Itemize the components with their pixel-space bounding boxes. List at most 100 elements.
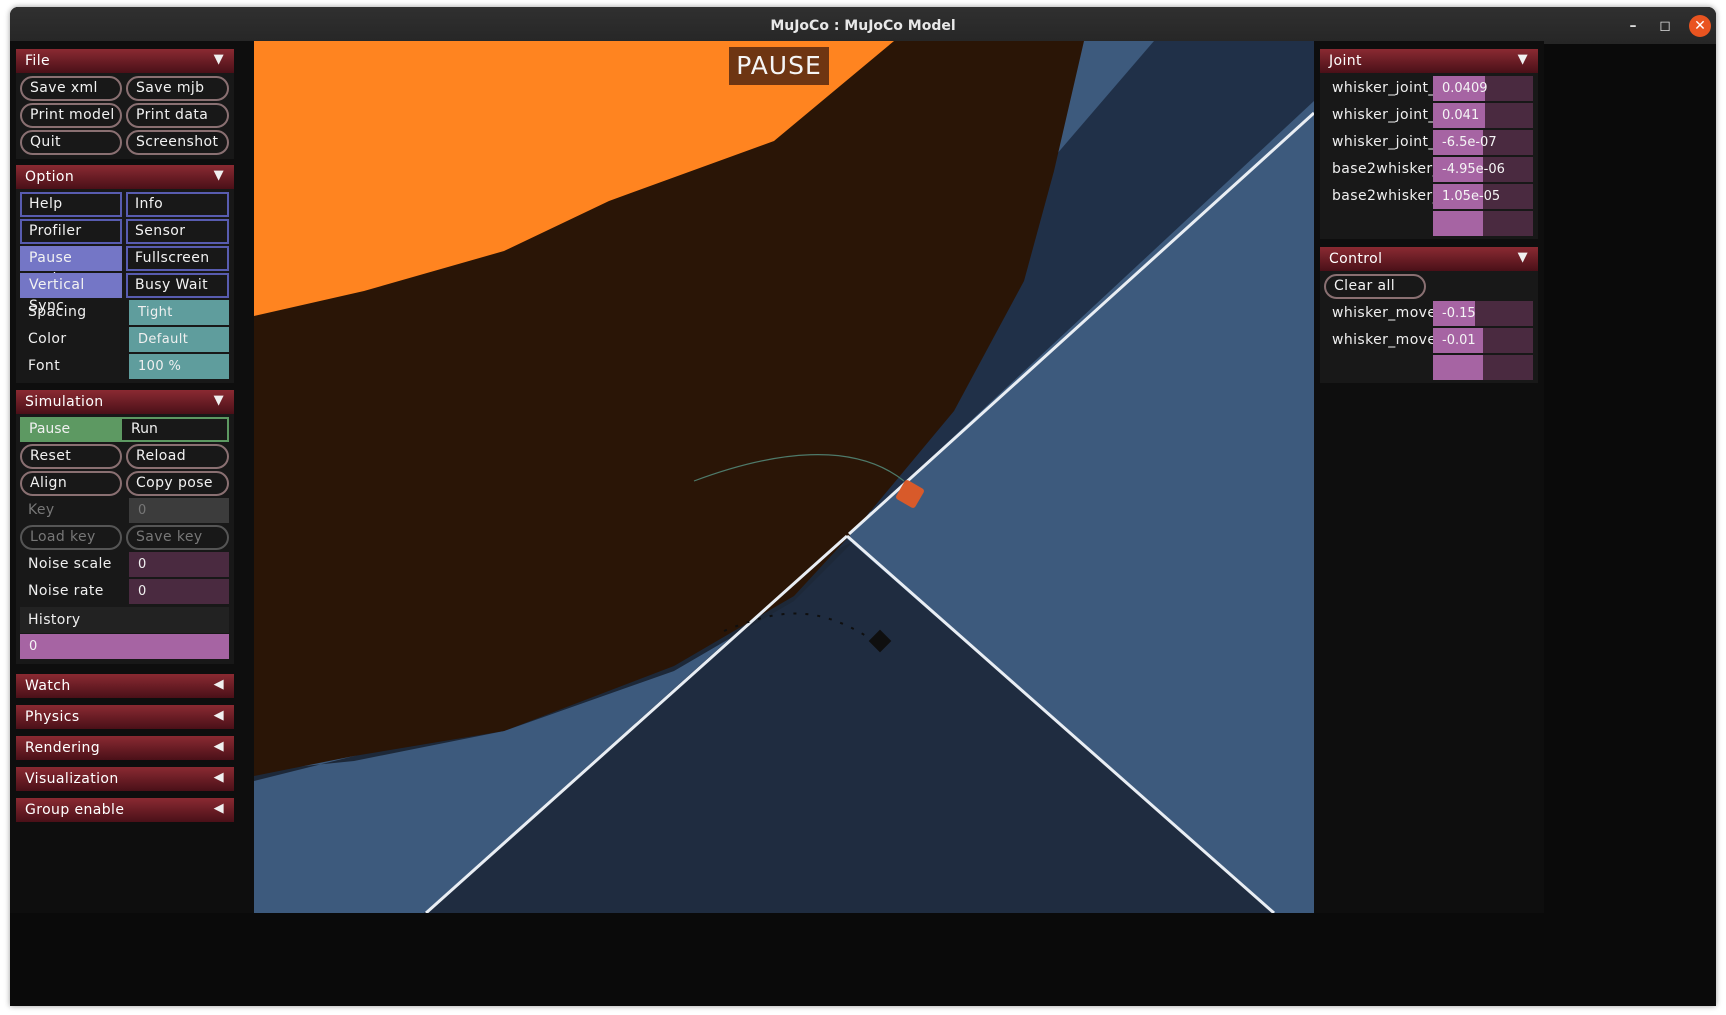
- joint-label: base2whisker_: [1332, 188, 1440, 204]
- reload-button[interactable]: Reload: [126, 444, 229, 469]
- align-button[interactable]: Align: [20, 471, 122, 496]
- save-mjb-button[interactable]: Save mjb: [126, 76, 229, 101]
- fullscreen-checkbox[interactable]: Fullscreen: [126, 246, 229, 271]
- control-value: -0.01: [1442, 333, 1476, 348]
- section-rendering-header[interactable]: Rendering ◀: [16, 736, 234, 760]
- control-slider[interactable]: -0.01: [1433, 328, 1533, 353]
- mujoco-window: MuJoCo : MuJoCo Model – ◻ ✕ File ▼ Save …: [10, 7, 1716, 1006]
- expand-arrow-icon: ◀: [213, 739, 224, 754]
- joint-slider[interactable]: 0.041: [1433, 103, 1533, 128]
- joint-value: 0.041: [1442, 108, 1480, 123]
- section-physics-header[interactable]: Physics ◀: [16, 705, 234, 729]
- history-header: History: [20, 607, 229, 633]
- section-title: Option: [25, 169, 75, 185]
- vertical-sync-checkbox[interactable]: Vertical Sync: [20, 273, 122, 314]
- control-slider[interactable]: -0.15: [1433, 301, 1533, 326]
- history-slider-fill: [20, 634, 229, 659]
- section-title: Watch: [25, 678, 71, 694]
- 3d-viewport[interactable]: PAUSE: [254, 41, 1314, 913]
- section-joint-header[interactable]: Joint ▼: [1320, 49, 1538, 73]
- color-label: Color: [28, 331, 67, 347]
- section-simulation-header[interactable]: Simulation ▼: [16, 390, 234, 414]
- clear-all-button[interactable]: Clear all: [1324, 274, 1426, 299]
- expand-arrow-icon: ◀: [213, 677, 224, 692]
- screenshot-button[interactable]: Screenshot: [126, 130, 229, 155]
- help-checkbox[interactable]: Help: [20, 192, 122, 217]
- sensor-checkbox[interactable]: Sensor: [126, 219, 229, 244]
- quit-button[interactable]: Quit: [20, 130, 122, 155]
- control-value: -0.15: [1442, 306, 1476, 321]
- joint-value: -4.95e-06: [1442, 162, 1505, 177]
- section-control-body: Clear all whisker_move -0.15 whisker_mov…: [1320, 271, 1538, 383]
- history-slider[interactable]: 0: [20, 634, 229, 659]
- save-key-button: Save key: [126, 525, 229, 550]
- pause-status-label: PAUSE: [729, 47, 829, 85]
- print-data-button[interactable]: Print data: [126, 103, 229, 128]
- noise-rate-field[interactable]: 0: [129, 579, 229, 604]
- busy-wait-checkbox[interactable]: Busy Wait: [126, 273, 229, 298]
- info-checkbox[interactable]: Info: [126, 192, 229, 217]
- section-title: Group enable: [25, 802, 125, 818]
- section-option-header[interactable]: Option ▼: [16, 165, 234, 189]
- maximize-icon[interactable]: ◻: [1654, 15, 1676, 37]
- control-slider[interactable]: [1433, 355, 1533, 380]
- section-title: Rendering: [25, 740, 101, 756]
- pause-radio[interactable]: Pause: [20, 417, 122, 442]
- joint-slider[interactable]: [1433, 211, 1533, 236]
- profiler-checkbox[interactable]: Profiler: [20, 219, 122, 244]
- section-title: Visualization: [25, 771, 119, 787]
- print-model-button[interactable]: Print model: [20, 103, 122, 128]
- joint-label: whisker_joint_: [1332, 107, 1436, 123]
- joint-value: -6.5e-07: [1442, 135, 1497, 150]
- joint-value: 1.05e-05: [1442, 189, 1501, 204]
- section-joint-body: whisker_joint_ 0.0409 whisker_joint_ 0.0…: [1320, 73, 1538, 239]
- section-watch-header[interactable]: Watch ◀: [16, 674, 234, 698]
- joint-label: whisker_joint_: [1332, 80, 1436, 96]
- section-title: File: [25, 53, 51, 69]
- spacing-select[interactable]: Tight: [129, 300, 229, 325]
- collapse-arrow-icon: ▼: [1517, 250, 1528, 265]
- section-file-header[interactable]: File ▼: [16, 49, 234, 73]
- joint-slider[interactable]: 1.05e-05: [1433, 184, 1533, 209]
- joint-slider[interactable]: -6.5e-07: [1433, 130, 1533, 155]
- pause-update-checkbox[interactable]: Pause update: [20, 246, 122, 287]
- font-label: Font: [28, 358, 61, 374]
- noise-scale-field[interactable]: 0: [129, 552, 229, 577]
- section-file-body: Save xml Save mjb Print model Print data…: [16, 73, 234, 159]
- history-value: 0: [29, 639, 38, 654]
- minimize-icon[interactable]: –: [1622, 15, 1644, 37]
- expand-arrow-icon: ◀: [213, 770, 224, 785]
- joint-slider[interactable]: -4.95e-06: [1433, 157, 1533, 182]
- joint-slider[interactable]: 0.0409: [1433, 76, 1533, 101]
- left-panel: File ▼ Save xml Save mjb Print model Pri…: [10, 41, 254, 913]
- noise-scale-label: Noise scale: [28, 556, 112, 572]
- title-bar: MuJoCo : MuJoCo Model – ◻ ✕: [10, 7, 1716, 44]
- scene-render: [254, 41, 1314, 913]
- slider-fill: [1433, 211, 1483, 236]
- section-control-header[interactable]: Control ▼: [1320, 247, 1538, 271]
- control-label: whisker_move: [1332, 332, 1437, 348]
- run-radio[interactable]: Run: [122, 417, 229, 442]
- joint-label: whisker_joint_: [1332, 134, 1436, 150]
- section-simulation-body: Pause Run Reset Reload Align Copy pose K…: [16, 414, 234, 664]
- save-xml-button[interactable]: Save xml: [20, 76, 122, 101]
- section-visualization-header[interactable]: Visualization ◀: [16, 767, 234, 791]
- key-label: Key: [28, 502, 55, 518]
- font-select[interactable]: 100 %: [129, 354, 229, 379]
- color-select[interactable]: Default: [129, 327, 229, 352]
- section-title: Physics: [25, 709, 80, 725]
- section-group-enable-header[interactable]: Group enable ◀: [16, 798, 234, 822]
- control-label: whisker_move: [1332, 305, 1437, 321]
- window-title: MuJoCo : MuJoCo Model: [770, 17, 956, 34]
- key-field: 0: [129, 498, 229, 523]
- slider-fill: [1433, 355, 1483, 380]
- reset-button[interactable]: Reset: [20, 444, 122, 469]
- section-title: Simulation: [25, 394, 104, 410]
- section-option-body: Help Info Profiler Sensor Pause update F…: [16, 189, 234, 383]
- right-panel: Joint ▼ whisker_joint_ 0.0409 whisker_jo…: [1314, 41, 1544, 913]
- spacing-label: Spacing: [28, 304, 87, 320]
- collapse-arrow-icon: ▼: [213, 393, 224, 408]
- noise-rate-label: Noise rate: [28, 583, 104, 599]
- copy-pose-button[interactable]: Copy pose: [126, 471, 229, 496]
- close-icon[interactable]: ✕: [1689, 15, 1711, 37]
